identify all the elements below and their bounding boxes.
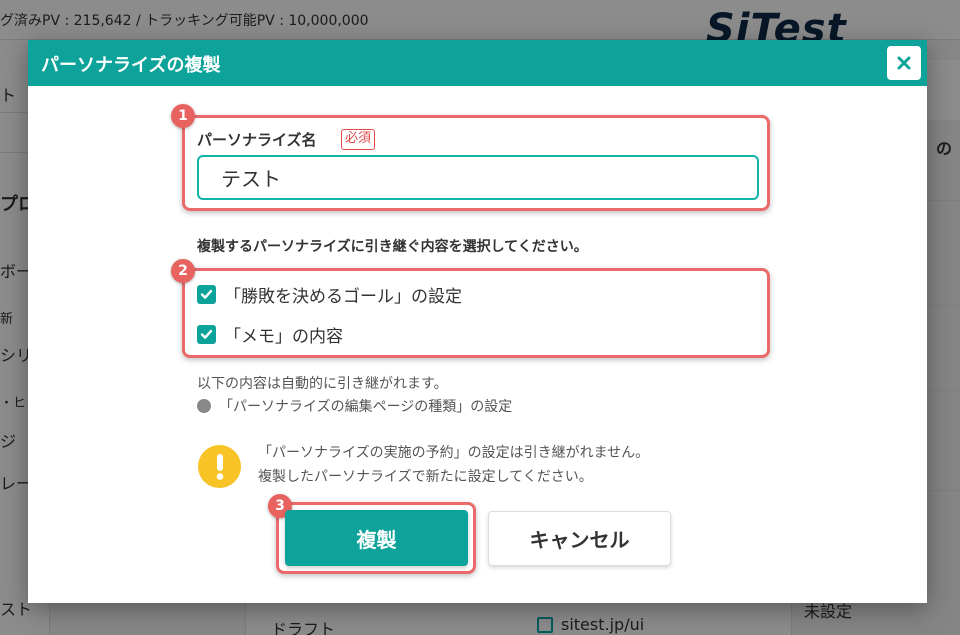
step-2-badge: 2 xyxy=(171,259,195,283)
close-icon xyxy=(897,56,911,70)
duplicate-button[interactable]: 複製 xyxy=(285,510,468,566)
auto-inherit-item: 「パーソナライズの編集ページの種類」の設定 xyxy=(197,397,512,415)
step-1-badge: 1 xyxy=(171,104,195,128)
warning-line-2: 複製したパーソナライズで新たに設定してください。 xyxy=(258,469,593,485)
personalize-name-input[interactable] xyxy=(197,155,759,200)
dialog-header: パーソナライズの複製 xyxy=(28,40,927,86)
duplicate-dialog: パーソナライズの複製 1 パーソナライズ名 必須 複製するパーソナライズに引き継… xyxy=(28,40,927,603)
copy-prompt: 複製するパーソナライズに引き継ぐ内容を選択してください。 xyxy=(197,239,588,255)
close-button[interactable] xyxy=(887,46,921,80)
auto-inherit-note: 以下の内容は自動的に引き継がれます。 xyxy=(197,376,448,392)
option-goal-setting[interactable]: 「勝敗を決めるゴール」の設定 xyxy=(197,283,462,307)
option-memo-content[interactable]: 「メモ」の内容 xyxy=(197,323,343,347)
warning-icon xyxy=(198,445,241,488)
bullet-dot-icon xyxy=(197,399,211,413)
warning-line-1: 「パーソナライズの実施の予約」の設定は引き継がれません。 xyxy=(258,445,650,461)
name-field-label: パーソナライズ名 xyxy=(197,131,317,149)
auto-inherit-label: 「パーソナライズの編集ページの種類」の設定 xyxy=(219,399,513,415)
option-label: 「勝敗を決めるゴール」の設定 xyxy=(224,286,462,307)
checkbox-checked-icon[interactable] xyxy=(197,324,216,344)
option-label: 「メモ」の内容 xyxy=(224,326,343,347)
cancel-button[interactable]: キャンセル xyxy=(488,511,671,566)
dialog-title: パーソナライズの複製 xyxy=(41,55,221,76)
checkbox-checked-icon[interactable] xyxy=(197,284,216,304)
required-badge: 必須 xyxy=(341,129,376,150)
